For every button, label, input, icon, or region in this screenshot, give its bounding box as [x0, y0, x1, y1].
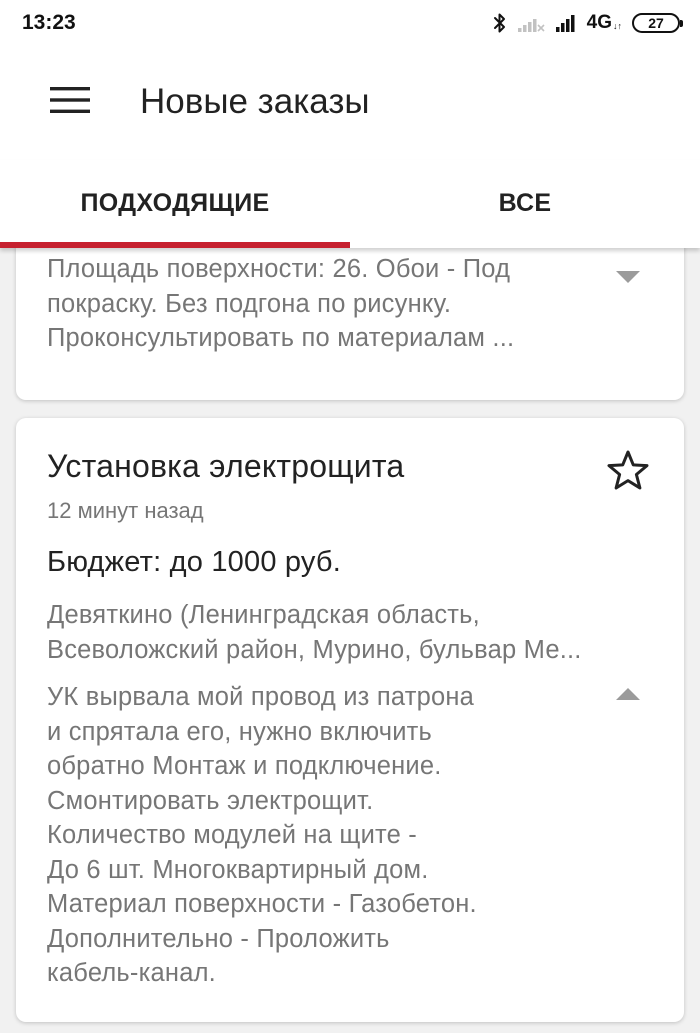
menu-icon[interactable] — [50, 86, 90, 114]
active-tab-indicator — [0, 242, 350, 248]
order-card[interactable]: Площадь поверхности: 26. Обои - Под покр… — [16, 248, 684, 400]
tab-all-label: ВСЕ — [498, 188, 552, 217]
signal-empty-icon — [517, 19, 545, 32]
orders-list[interactable]: Площадь поверхности: 26. Обои - Под покр… — [0, 248, 700, 1033]
order-card[interactable]: Установка электрощита 12 минут назад Бюд… — [16, 418, 684, 1022]
network-type: 4G ↓↑ — [586, 12, 622, 33]
order-description: УК вырвала мой провод из патрона и спрят… — [47, 683, 477, 987]
status-bar: 13:23 4G ↓↑ 27 — [0, 0, 700, 48]
expand-down-icon[interactable] — [616, 271, 640, 283]
bluetooth-icon — [493, 13, 505, 33]
tab-all[interactable]: ВСЕ — [350, 160, 700, 248]
order-title: Установка электрощита — [47, 448, 405, 484]
status-icons: 4G ↓↑ 27 — [493, 9, 683, 37]
page-title: Новые заказы — [140, 82, 370, 121]
app-bar: Новые заказы — [0, 48, 700, 160]
tab-suitable-label: ПОДХОДЯЩИЕ — [80, 188, 270, 217]
collapse-up-icon[interactable] — [616, 688, 640, 700]
order-description: Площадь поверхности: 26. Обои - Под покр… — [47, 255, 515, 352]
order-address: Девяткино (Ленинградская область, Всевол… — [47, 601, 582, 664]
tab-suitable[interactable]: ПОДХОДЯЩИЕ — [0, 160, 350, 248]
data-activity-icon: ↓↑ — [613, 21, 622, 31]
order-budget: Бюджет: до 1000 руб. — [47, 546, 341, 578]
status-time: 13:23 — [22, 11, 76, 34]
signal-icon — [555, 15, 575, 32]
star-icon[interactable] — [605, 448, 651, 494]
tab-bar: ПОДХОДЯЩИЕ ВСЕ — [0, 160, 700, 248]
battery-icon: 27 — [632, 13, 683, 33]
order-time: 12 минут назад — [47, 498, 204, 523]
